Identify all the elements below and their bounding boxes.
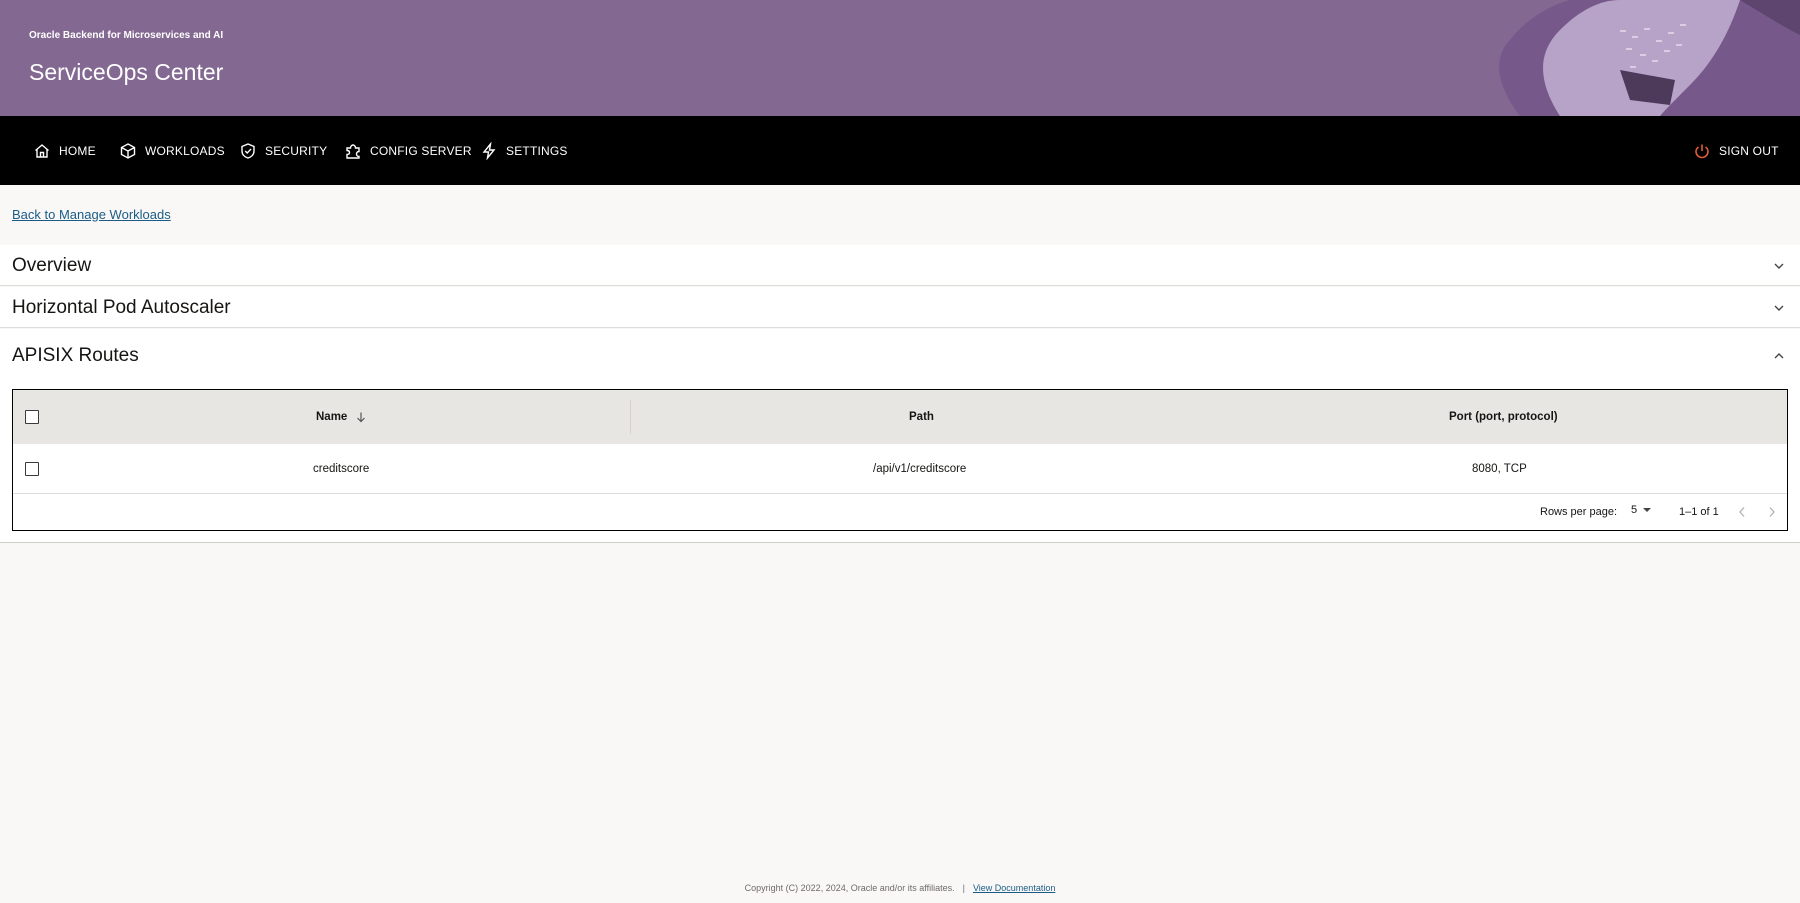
view-documentation-link[interactable]: View Documentation xyxy=(973,883,1055,893)
nav-item-security[interactable]: SECURITY xyxy=(239,116,327,185)
product-name: Oracle Backend for Microservices and AI xyxy=(29,30,224,41)
nav-label: HOME xyxy=(59,143,96,158)
section-title: Overview xyxy=(12,255,92,276)
lightning-icon xyxy=(480,141,498,160)
home-icon xyxy=(33,142,51,160)
chevron-down-icon xyxy=(1774,263,1784,269)
header-decoration xyxy=(1499,0,1800,116)
nav-label: SETTINGS xyxy=(506,143,568,158)
nav-item-workloads[interactable]: WORKLOADS xyxy=(119,116,225,185)
rows-per-page-label: Rows per page: xyxy=(1540,506,1618,518)
rows-per-page-select[interactable]: 5 xyxy=(1631,504,1652,516)
previous-page-icon[interactable] xyxy=(1735,504,1749,520)
select-all-checkbox[interactable] xyxy=(25,410,39,424)
row-checkbox[interactable] xyxy=(25,462,39,476)
power-icon xyxy=(1693,142,1711,160)
sign-out-button[interactable]: SIGN OUT xyxy=(1693,116,1779,185)
app-title: ServiceOps Center xyxy=(29,59,224,85)
app-header: Oracle Backend for Microservices and AI … xyxy=(0,0,1800,116)
cell-path: /api/v1/creditscore xyxy=(873,463,967,475)
nav-label: WORKLOADS xyxy=(145,143,225,158)
nav-item-home[interactable]: HOME xyxy=(33,116,96,185)
overview-accordion[interactable]: Overview xyxy=(0,245,1800,286)
column-header-path[interactable]: Path xyxy=(909,390,934,444)
table-pagination: Rows per page: 5 1–1 of 1 xyxy=(13,494,1787,531)
puzzle-icon xyxy=(344,142,362,160)
hpa-accordion[interactable]: Horizontal Pod Autoscaler xyxy=(0,287,1800,328)
section-title[interactable]: APISIX Routes xyxy=(12,345,139,367)
table-row[interactable]: creditscore /api/v1/creditscore 8080, TC… xyxy=(13,444,1787,494)
cell-name: creditscore xyxy=(313,463,370,475)
copyright-text: Copyright (C) 2022, 2024, Oracle and/or … xyxy=(744,883,955,893)
routes-table: Name Path Port (port, protocol) creditsc… xyxy=(12,389,1788,531)
sort-arrow-down-icon xyxy=(357,412,366,423)
back-to-workloads-link[interactable]: Back to Manage Workloads xyxy=(12,207,171,222)
cube-icon xyxy=(119,142,137,160)
pagination-range: 1–1 of 1 xyxy=(1679,506,1719,518)
nav-label: CONFIG SERVER xyxy=(370,143,472,158)
next-page-icon[interactable] xyxy=(1765,504,1779,520)
sign-out-label: SIGN OUT xyxy=(1719,143,1779,158)
footer-separator: | xyxy=(962,883,965,893)
nav-item-settings[interactable]: SETTINGS xyxy=(480,116,568,185)
dropdown-caret-icon xyxy=(1643,508,1652,512)
nav-item-config-server[interactable]: CONFIG SERVER xyxy=(344,116,472,185)
table-header: Name Path Port (port, protocol) xyxy=(13,390,1787,444)
column-separator xyxy=(630,400,631,434)
shield-check-icon xyxy=(239,142,257,160)
column-header-port[interactable]: Port (port, protocol) xyxy=(1449,390,1558,444)
cell-port: 8080, TCP xyxy=(1472,463,1527,475)
page-footer: Copyright (C) 2022, 2024, Oracle and/or … xyxy=(0,883,1800,893)
nav-label: SECURITY xyxy=(265,143,328,158)
column-header-name[interactable]: Name xyxy=(316,390,367,444)
chevron-up-icon[interactable] xyxy=(1772,349,1786,363)
main-navigation: HOME WORKLOADS SECURITY CONFIG SERVER SE… xyxy=(0,116,1800,185)
chevron-down-icon xyxy=(1774,305,1784,311)
section-title: Horizontal Pod Autoscaler xyxy=(12,297,231,318)
